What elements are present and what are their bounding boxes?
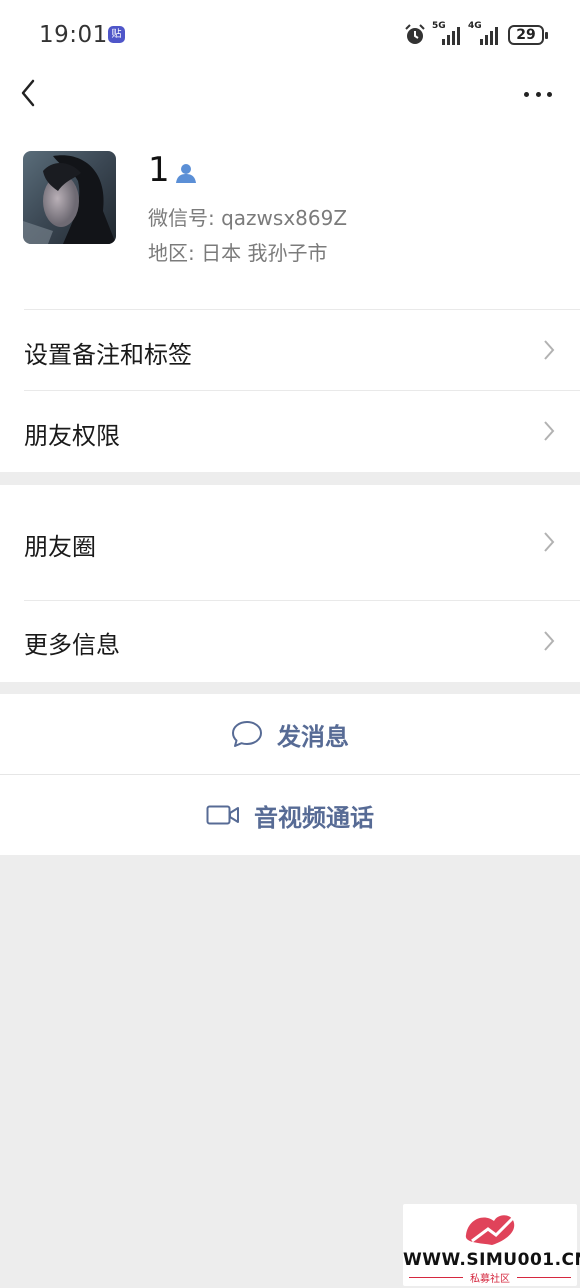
video-call-button[interactable]: 音视频通话 <box>0 775 580 855</box>
watermark: WWW.SIMU001.CN 私募社区 <box>403 1204 580 1286</box>
status-icons: 5G 4G 29 <box>404 21 548 48</box>
video-camera-icon <box>206 805 239 825</box>
profile-header: 1 微信号: qazwsx869Z 地区: 日本 我孙子市 <box>0 130 580 310</box>
watermark-text: WWW.SIMU001.CN <box>403 1250 580 1270</box>
status-time: 19:01 <box>39 22 108 48</box>
signal-5g-label: 5G <box>432 21 446 31</box>
menu-label-friend-permissions: 朋友权限 <box>24 422 120 450</box>
chevron-right-icon <box>544 631 555 651</box>
menu-label-more-info: 更多信息 <box>24 631 120 659</box>
signal-4g-label: 4G <box>468 21 482 31</box>
avatar[interactable] <box>23 151 116 244</box>
menu-row-friend-permissions[interactable]: 朋友权限 <box>0 391 580 472</box>
video-call-label: 音视频通话 <box>254 803 374 832</box>
alarm-icon <box>405 24 425 44</box>
chat-bubble-icon <box>232 721 262 747</box>
more-options-button[interactable] <box>524 80 552 108</box>
send-message-label: 发消息 <box>277 722 349 751</box>
watermark-subtext: 私募社区 <box>403 1270 577 1285</box>
region: 地区: 日本 我孙子市 <box>148 241 328 265</box>
chevron-right-icon <box>544 532 555 552</box>
contact-person-icon <box>176 164 196 183</box>
menu-label-remark-tags: 设置备注和标签 <box>24 341 192 369</box>
watermark-logo-icon <box>465 1210 520 1245</box>
menu-row-moments[interactable]: 朋友圈 <box>0 485 580 600</box>
chevron-left-icon <box>21 79 35 107</box>
signal-icon-2: 4G <box>468 21 502 45</box>
send-message-button[interactable]: 发消息 <box>0 694 580 774</box>
menu-row-remark-tags[interactable]: 设置备注和标签 <box>0 310 580 391</box>
more-horizontal-icon <box>524 91 529 97</box>
signal-icon: 5G <box>432 21 462 45</box>
profile-name: 1 <box>148 150 170 190</box>
chevron-right-icon <box>544 421 555 441</box>
menu-row-more-info[interactable]: 更多信息 <box>0 601 580 682</box>
menu-group-contact-settings: 设置备注和标签 朋友权限 <box>0 310 580 472</box>
battery-icon: 29 <box>508 25 548 45</box>
menu-label-moments: 朋友圈 <box>24 533 96 561</box>
chevron-right-icon <box>544 340 555 360</box>
menu-group-info: 朋友圈 更多信息 <box>0 485 580 682</box>
wechat-id: 微信号: qazwsx869Z <box>148 206 348 230</box>
status-bar: 19:01 贴 5G 4G 29 <box>0 0 580 70</box>
back-button[interactable] <box>14 78 44 108</box>
notification-app-icon: 贴 <box>108 26 125 43</box>
top-nav <box>0 70 580 130</box>
